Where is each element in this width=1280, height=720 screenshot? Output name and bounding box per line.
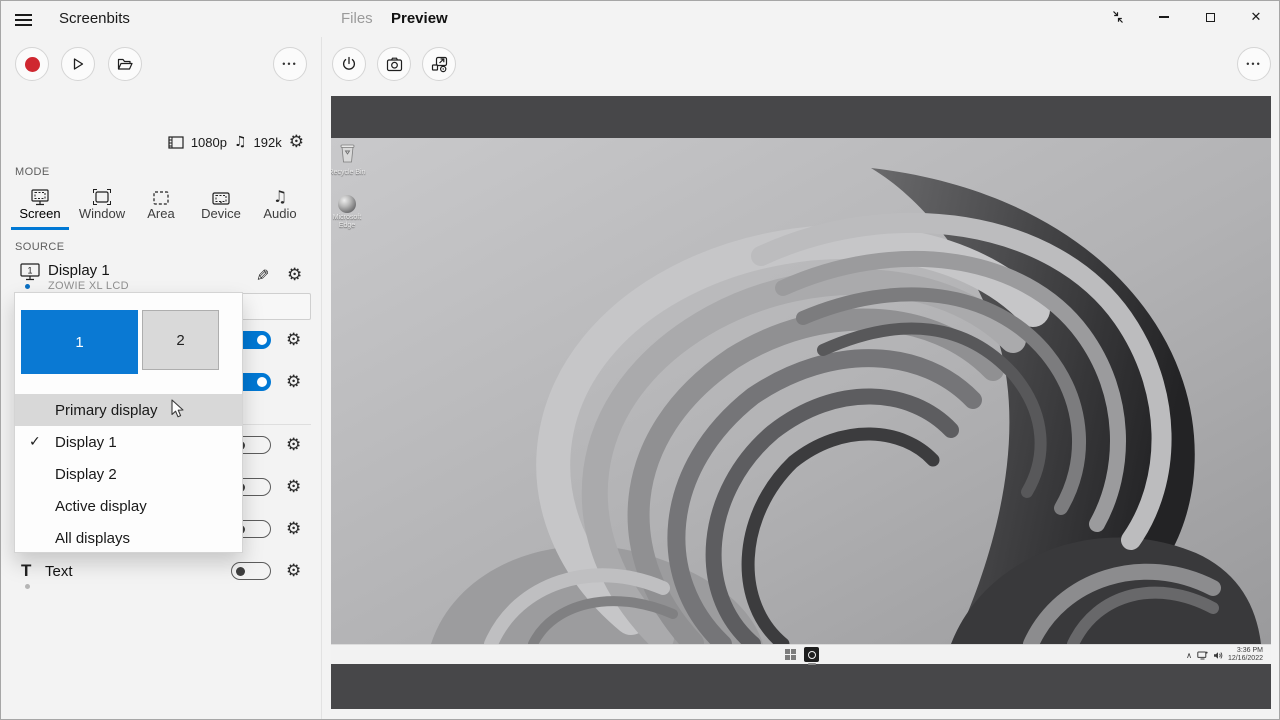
source-display-device: ZOWIE XL LCD: [48, 280, 129, 292]
power-icon: [341, 56, 357, 72]
mode-tab-label: Screen: [13, 206, 67, 221]
taskbar-clock[interactable]: 3:36 PM 12/16/2022: [1228, 647, 1263, 663]
display-thumbnail-1[interactable]: 1: [21, 310, 138, 374]
play-button[interactable]: [61, 47, 95, 81]
mode-tab-label: Area: [142, 206, 180, 221]
quality-summary: 1080p ♫ 192k ⚙: [1, 132, 304, 152]
option-gear-5-icon[interactable]: ⚙: [286, 521, 301, 538]
check-icon: ✓: [29, 434, 41, 450]
more-options-button[interactable]: •••: [273, 47, 307, 81]
open-folder-button[interactable]: [108, 47, 142, 81]
quality-settings-gear-icon[interactable]: ⚙: [289, 134, 304, 151]
recycle-bin-icon: [339, 143, 356, 163]
area-mode-icon: [142, 184, 180, 206]
tray-chevron-icon[interactable]: ∧: [1186, 651, 1192, 660]
mode-tab-area[interactable]: Area: [142, 184, 180, 224]
mode-tab-label: Window: [73, 206, 131, 221]
app-window: Screenbits Files Preview ✕: [0, 0, 1280, 720]
minimize-icon: [1159, 16, 1169, 18]
mode-section-label: MODE: [15, 166, 50, 178]
captured-screen: Recycle Bin Microsoft Edge ∧: [331, 138, 1271, 664]
audio-mode-icon: ♫: [260, 184, 300, 206]
tray-network-icon[interactable]: [1197, 651, 1208, 660]
maximize-icon: [1206, 13, 1215, 22]
menu-item-all-displays[interactable]: All displays: [15, 522, 242, 554]
preview-more-button[interactable]: •••: [1237, 47, 1271, 81]
option-gear-4-icon[interactable]: ⚙: [286, 479, 301, 496]
popout-recorder-icon: [431, 56, 448, 73]
edge-icon: [338, 195, 356, 213]
app-title: Screenbits: [59, 10, 130, 27]
start-button-icon[interactable]: [785, 649, 797, 661]
screenshot-button[interactable]: [377, 47, 411, 81]
source-display-name: Display 1: [48, 262, 110, 279]
edit-source-icon[interactable]: ✎: [256, 266, 269, 285]
text-tool-icon: T: [21, 561, 31, 581]
mode-tab-screen[interactable]: Screen: [13, 184, 67, 224]
minimize-button[interactable]: [1141, 1, 1187, 33]
mode-tab-label: Audio: [260, 206, 300, 221]
option-gear-1-icon[interactable]: ⚙: [286, 332, 301, 349]
more-icon: •••: [282, 59, 297, 69]
desktop-icon-recycle-bin[interactable]: Recycle Bin: [331, 143, 367, 177]
compact-mode-icon: [1110, 9, 1126, 25]
audio-note-icon: ♫: [234, 134, 247, 150]
system-tray: ∧ 3:36 PM 12/16/2022: [1186, 645, 1263, 665]
device-mode-icon: [199, 184, 243, 206]
camera-icon: [386, 57, 403, 72]
record-icon: [25, 57, 40, 72]
audio-quality-value: 192k: [254, 135, 282, 150]
titlebar: Screenbits Files Preview ✕: [1, 1, 1280, 37]
display-picker-dropdown: 1 2 Primary display ✓ Display 1 Display …: [14, 292, 243, 553]
display-thumbnail-2[interactable]: 2: [142, 310, 219, 370]
source-section-label: SOURCE: [15, 241, 64, 253]
mode-tab-window[interactable]: Window: [73, 184, 131, 224]
menu-item-primary-display[interactable]: Primary display: [15, 394, 242, 426]
desktop-icon-microsoft-edge[interactable]: Microsoft Edge: [331, 195, 367, 230]
mouse-cursor: [171, 399, 185, 419]
source-active-dot: [25, 284, 30, 289]
window-mode-icon: [73, 184, 131, 206]
sidebar: ••• 1080p ♫ 192k ⚙ MODE Screen: [1, 37, 321, 720]
record-button[interactable]: [15, 47, 49, 81]
option-gear-2-icon[interactable]: ⚙: [286, 374, 301, 391]
text-gear-icon[interactable]: ⚙: [286, 563, 301, 580]
menu-item-active-display[interactable]: Active display: [15, 490, 242, 522]
film-icon: [168, 136, 184, 149]
desktop-wallpaper: Recycle Bin Microsoft Edge: [331, 138, 1271, 644]
tab-files[interactable]: Files: [341, 10, 373, 27]
text-row-label: Text: [45, 563, 73, 580]
source-settings-gear-icon[interactable]: ⚙: [287, 267, 302, 284]
popout-recorder-button[interactable]: [422, 47, 456, 81]
folder-open-icon: [117, 57, 133, 71]
more-icon: •••: [1246, 59, 1261, 69]
close-icon: ✕: [1251, 10, 1262, 25]
option-gear-3-icon[interactable]: ⚙: [286, 437, 301, 454]
compact-mode-button[interactable]: [1095, 1, 1141, 33]
menu-item-display-2[interactable]: Display 2: [15, 458, 242, 490]
preview-viewport[interactable]: Recycle Bin Microsoft Edge ∧: [331, 96, 1271, 709]
mode-tab-device[interactable]: Device: [199, 184, 243, 224]
video-quality-value: 1080p: [191, 135, 227, 150]
hamburger-menu-button[interactable]: [15, 11, 35, 27]
screen-mode-icon: [13, 184, 67, 206]
pane-divider: [321, 37, 322, 720]
text-inactive-dot: [25, 584, 30, 589]
menu-item-display-1[interactable]: ✓ Display 1: [15, 426, 242, 458]
maximize-button[interactable]: [1187, 1, 1233, 33]
text-toggle[interactable]: [231, 562, 271, 580]
close-button[interactable]: ✕: [1233, 1, 1279, 33]
svg-text:1: 1: [27, 266, 32, 276]
mode-tab-label: Device: [199, 206, 243, 221]
mode-tab-audio[interactable]: ♫ Audio: [260, 184, 300, 224]
screenbits-taskbar-icon[interactable]: [804, 647, 819, 662]
tab-preview[interactable]: Preview: [391, 10, 448, 27]
preview-taskbar: ∧ 3:36 PM 12/16/2022: [331, 644, 1271, 664]
wallpaper-bloom: [331, 138, 1271, 644]
active-app-indicator: [808, 663, 816, 665]
display-1-icon: 1: [19, 262, 41, 282]
tray-volume-icon[interactable]: [1213, 651, 1223, 660]
play-icon: [71, 57, 85, 71]
power-button[interactable]: [332, 47, 366, 81]
